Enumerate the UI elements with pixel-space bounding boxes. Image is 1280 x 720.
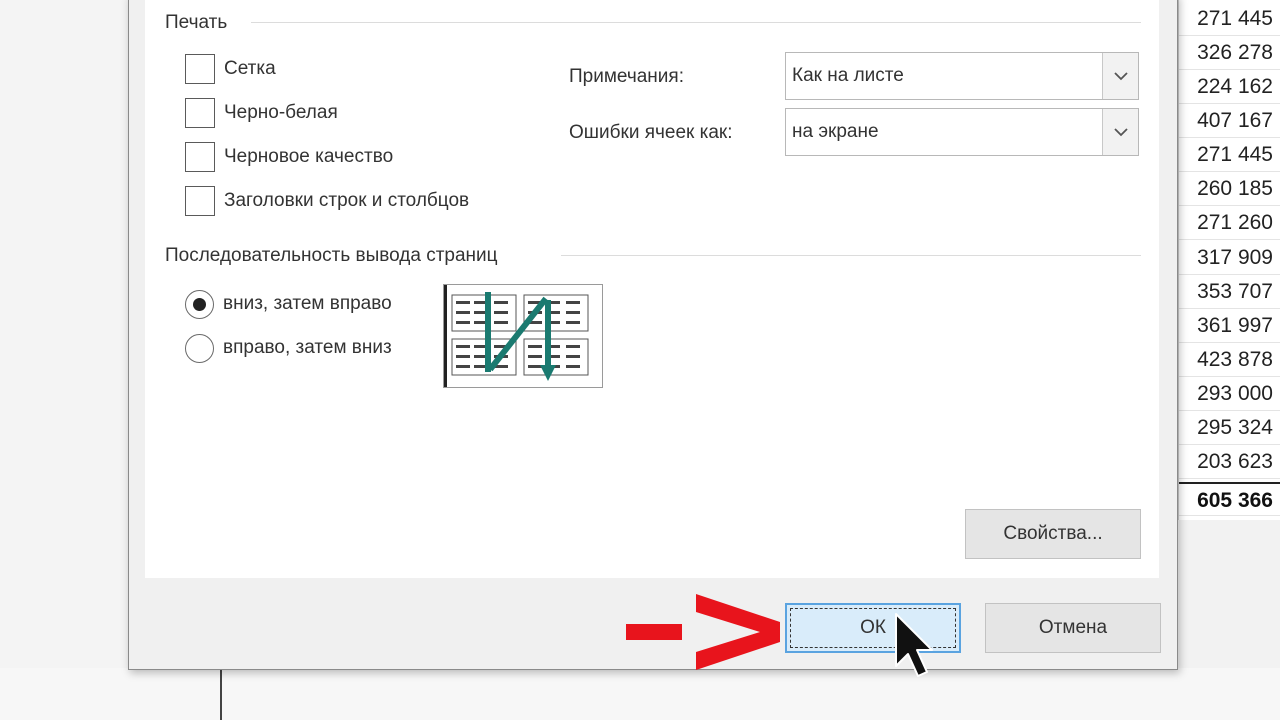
row-col-headings-checkbox[interactable] — [185, 186, 215, 216]
over-then-down-option[interactable]: вправо, затем вниз — [185, 333, 392, 363]
sheet-column-border — [220, 668, 222, 720]
red-pointer-arrow-icon — [622, 588, 784, 681]
cell-errors-label: Ошибки ячеек как: — [569, 122, 733, 143]
down-then-over-option[interactable]: вниз, затем вправо — [185, 289, 392, 319]
down-then-over-radio[interactable] — [185, 289, 214, 319]
properties-button[interactable]: Свойства... — [965, 509, 1141, 559]
print-group-title: Печать — [165, 12, 228, 33]
chevron-down-icon — [1113, 72, 1128, 81]
radio-selected-dot — [193, 297, 206, 311]
sheet-tab-panel: Печать Сетка Черно-белая Черновое качест… — [145, 0, 1159, 578]
cell-errors-select[interactable]: на экране — [785, 108, 1139, 156]
cancel-button[interactable]: Отмена — [985, 603, 1161, 653]
over-then-down-radio[interactable] — [185, 333, 214, 363]
page-setup-dialog: Печать Сетка Черно-белая Черновое качест… — [128, 0, 1178, 670]
draft-quality-label: Черновое качество — [224, 146, 394, 167]
sheet-cell[interactable]: 271 445 — [1179, 2, 1280, 37]
sheet-cell[interactable]: 271 445 — [1179, 138, 1280, 173]
gridlines-option[interactable]: Сетка — [185, 54, 276, 84]
down-then-over-label: вниз, затем вправо — [223, 293, 392, 314]
mouse-cursor-icon — [894, 612, 934, 685]
page-order-diagram-icon — [444, 285, 589, 387]
comments-select-value: Как на листе — [792, 65, 904, 86]
sheet-cell[interactable]: 271 260 — [1179, 206, 1280, 241]
sheet-cell[interactable]: 293 000 — [1179, 377, 1280, 412]
sheet-cell[interactable]: 326 278 — [1179, 36, 1280, 71]
print-group-divider — [251, 22, 1141, 23]
cell-errors-dropdown-button[interactable] — [1102, 109, 1138, 155]
black-white-option[interactable]: Черно-белая — [185, 98, 338, 128]
sheet-cell[interactable]: 353 707 — [1179, 275, 1280, 310]
gridlines-label: Сетка — [224, 58, 276, 79]
sheet-cell[interactable]: 361 997 — [1179, 309, 1280, 344]
over-then-down-label: вправо, затем вниз — [223, 337, 392, 358]
sheet-background-left — [0, 0, 130, 720]
comments-label: Примечания: — [569, 66, 684, 87]
row-col-headings-label: Заголовки строк и столбцов — [224, 190, 470, 211]
page-order-group-divider — [561, 255, 1141, 256]
sheet-cell[interactable]: 295 324 — [1179, 411, 1280, 446]
sheet-cell[interactable]: 317 909 — [1179, 241, 1280, 276]
row-col-headings-option[interactable]: Заголовки строк и столбцов — [185, 186, 469, 216]
chevron-down-icon — [1113, 128, 1128, 137]
draft-quality-option[interactable]: Черновое качество — [185, 142, 393, 172]
draft-quality-checkbox[interactable] — [185, 142, 215, 172]
cell-errors-select-value: на экране — [792, 121, 879, 142]
comments-select[interactable]: Как на листе — [785, 52, 1139, 100]
sheet-cell[interactable]: 423 878 — [1179, 343, 1280, 378]
comments-dropdown-button[interactable] — [1102, 53, 1138, 99]
gridlines-checkbox[interactable] — [185, 54, 215, 84]
black-white-checkbox[interactable] — [185, 98, 215, 128]
sheet-cell[interactable]: 224 162 — [1179, 70, 1280, 105]
black-white-label: Черно-белая — [224, 102, 338, 123]
ok-button[interactable]: ОК — [785, 603, 961, 653]
page-order-group-title: Последовательность вывода страниц — [165, 245, 498, 266]
sheet-cell[interactable]: 260 185 — [1179, 172, 1280, 207]
sheet-cell[interactable]: 407 167 — [1179, 104, 1280, 139]
page-order-preview — [443, 284, 603, 388]
sheet-total-cell[interactable]: 605 366 — [1179, 482, 1280, 517]
sheet-number-column: 271 445 326 278 224 162 407 167 271 445 … — [1178, 0, 1280, 520]
sheet-cell[interactable]: 203 623 — [1179, 445, 1280, 480]
